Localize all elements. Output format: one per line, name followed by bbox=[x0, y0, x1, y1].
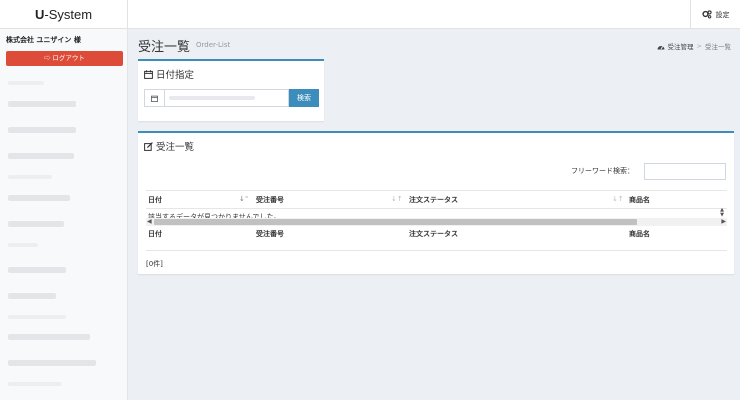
column-header-order-status[interactable]: 注文ステータス bbox=[409, 191, 619, 208]
column-header-date[interactable]: 日付 bbox=[148, 191, 248, 208]
column-header-order-status-label: 注文ステータス bbox=[409, 195, 458, 204]
order-list-title-label: 受注一覧 bbox=[156, 142, 195, 153]
date-filter-title: 日付指定 bbox=[144, 67, 194, 81]
sort-icon: ↓↑ bbox=[391, 195, 403, 203]
date-addon bbox=[144, 89, 164, 107]
sidebar-section-header bbox=[8, 175, 52, 179]
keyword-search-label: フリーワード検索： bbox=[571, 167, 634, 175]
sidebar-section-header bbox=[8, 382, 62, 386]
logout-button[interactable]: ⇨ ログアウト bbox=[6, 51, 123, 66]
breadcrumb: 受注管理 > 受注一覧 bbox=[657, 41, 731, 51]
vertical-scrollbar[interactable]: ▲ ▼ bbox=[718, 208, 726, 218]
footer-column-product-name: 商品名 bbox=[629, 230, 650, 238]
breadcrumb-current: 受注一覧 bbox=[705, 43, 731, 51]
sidebar: 株式会社 ユニザイン 様 ⇨ ログアウト bbox=[0, 29, 128, 400]
scroll-right-icon[interactable]: ▶ bbox=[721, 218, 726, 226]
keyword-search-input[interactable] bbox=[644, 163, 726, 180]
scrollbar-thumb[interactable] bbox=[154, 219, 637, 225]
page-subtitle: Order-List bbox=[196, 41, 231, 49]
footer-column-order-number: 受注番号 bbox=[256, 230, 284, 238]
table-footer-border bbox=[146, 250, 727, 251]
sidebar-item[interactable] bbox=[8, 221, 64, 227]
order-list-title: 受注一覧 bbox=[144, 139, 194, 153]
sidebar-section-header bbox=[8, 81, 44, 85]
column-header-order-number-label: 受注番号 bbox=[256, 195, 284, 204]
sidebar-item[interactable] bbox=[8, 334, 90, 340]
calendar-icon bbox=[144, 69, 153, 79]
date-filter-box: 日付指定 検索 bbox=[138, 59, 324, 121]
page-title: 受注一覧 bbox=[138, 40, 191, 55]
date-filter-title-label: 日付指定 bbox=[156, 70, 195, 81]
settings-label: 設定 bbox=[715, 10, 730, 19]
result-count: [0件] bbox=[146, 260, 163, 268]
sidebar-item[interactable] bbox=[8, 360, 96, 366]
brand-logo[interactable]: U-System bbox=[0, 0, 128, 29]
sidebar-item[interactable] bbox=[8, 101, 76, 107]
gears-icon bbox=[701, 10, 712, 19]
table-header-bottom-border bbox=[146, 208, 727, 209]
column-header-date-label: 日付 bbox=[148, 195, 162, 204]
settings-button[interactable]: 設定 bbox=[690, 0, 740, 29]
sidebar-section-header bbox=[8, 315, 66, 319]
sign-out-icon: ⇨ bbox=[44, 55, 51, 62]
brand-bold: U bbox=[34, 7, 45, 22]
column-header-order-number[interactable]: 受注番号 bbox=[256, 191, 396, 208]
column-header-product-name-label: 商品名 bbox=[629, 195, 650, 204]
calendar-icon bbox=[151, 95, 158, 102]
company-name: 株式会社 ユニザイン 様 bbox=[6, 36, 81, 44]
horizontal-scrollbar[interactable]: ◀ ▶ bbox=[146, 218, 727, 226]
dashboard-icon bbox=[657, 45, 665, 49]
sidebar-item[interactable] bbox=[8, 127, 76, 133]
scroll-left-icon[interactable]: ◀ bbox=[147, 218, 152, 226]
breadcrumb-separator: > bbox=[696, 42, 702, 50]
sidebar-item[interactable] bbox=[8, 293, 56, 299]
sidebar-section-header bbox=[8, 243, 38, 247]
top-bar: U-System 設定 bbox=[0, 0, 740, 29]
edit-icon bbox=[144, 141, 153, 151]
breadcrumb-home[interactable]: 受注管理 bbox=[668, 41, 694, 51]
brand-rest: -System bbox=[44, 7, 93, 22]
date-range-value bbox=[169, 96, 255, 100]
date-range-input[interactable] bbox=[164, 89, 289, 107]
sort-desc-icon: ↓⁼ bbox=[239, 195, 249, 203]
sort-icon: ↓↑ bbox=[612, 195, 624, 203]
sidebar-item[interactable] bbox=[8, 195, 70, 201]
date-range-group: 検索 bbox=[144, 89, 319, 107]
order-list-box: 受注一覧 フリーワード検索： 日付 ↓⁼ 受注番号 ↓↑ 注文ステータス ↓↑ … bbox=[138, 131, 734, 274]
sidebar-item[interactable] bbox=[8, 267, 66, 273]
logout-label: ログアウト bbox=[52, 55, 85, 62]
footer-column-date: 日付 bbox=[148, 230, 162, 238]
search-button[interactable]: 検索 bbox=[289, 89, 319, 107]
sidebar-item[interactable] bbox=[8, 153, 74, 159]
footer-column-order-status: 注文ステータス bbox=[409, 230, 458, 238]
column-header-product-name[interactable]: 商品名 bbox=[629, 191, 719, 208]
